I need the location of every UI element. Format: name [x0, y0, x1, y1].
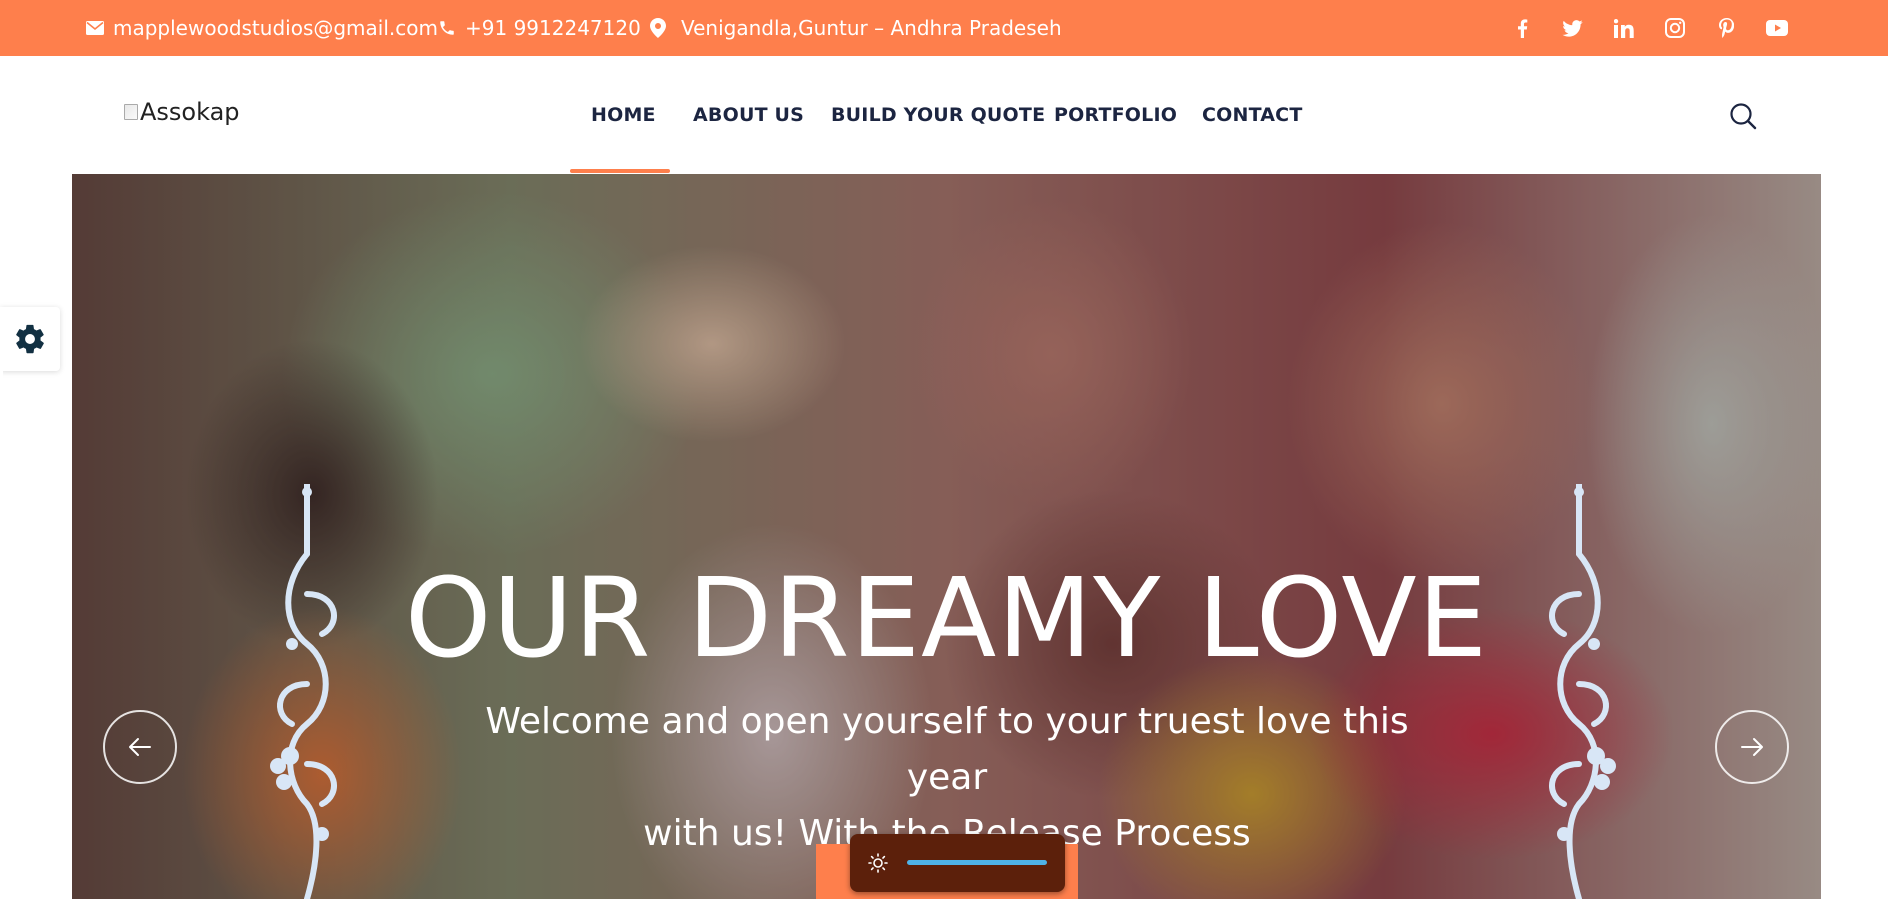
email-text: mapplewoodstudios@gmail.com: [113, 16, 438, 40]
location-pin-icon: [650, 18, 666, 38]
search-icon: [1730, 103, 1757, 130]
address-contact: Venigandla,Guntur – Andhra Pradeseh: [650, 0, 1062, 56]
sun-icon: [868, 853, 888, 873]
phone-text: +91 9912247120: [465, 16, 641, 40]
arrow-left-icon: [129, 738, 151, 756]
hero-subtitle-line-1: Welcome and open yourself to your truest…: [485, 701, 1409, 798]
twitter-icon: [1561, 19, 1583, 37]
site-logo[interactable]: Assokap: [124, 98, 240, 126]
settings-panel-toggle[interactable]: [0, 307, 60, 371]
nav-contact[interactable]: CONTACT: [1202, 104, 1303, 126]
linkedin-icon: [1614, 18, 1634, 38]
facebook-link[interactable]: [1507, 0, 1537, 56]
nav-about-us[interactable]: ABOUT US: [693, 104, 804, 126]
envelope-icon: [86, 21, 104, 35]
pinterest-icon: [1718, 18, 1734, 38]
hero-title: OUR DREAMY LOVE: [404, 554, 1489, 682]
top-bar: mapplewoodstudios@gmail.com +91 99122471…: [0, 0, 1888, 56]
email-contact[interactable]: mapplewoodstudios@gmail.com: [86, 0, 438, 56]
arrow-right-icon: [1741, 738, 1763, 756]
youtube-link[interactable]: [1762, 0, 1792, 56]
nav-portfolio[interactable]: PORTFOLIO: [1054, 104, 1177, 126]
nav-build-your-quote[interactable]: BUILD YOUR QUOTE: [831, 104, 1045, 126]
instagram-icon: [1665, 18, 1685, 38]
left-ornament-icon: [270, 484, 337, 899]
address-text: Venigandla,Guntur – Andhra Pradeseh: [681, 16, 1062, 40]
gear-icon: [16, 324, 44, 354]
right-ornament-icon: [1549, 484, 1616, 899]
slider-next-button[interactable]: [1715, 710, 1789, 784]
main-header: Assokap HOME ABOUT US BUILD YOUR QUOTE P…: [0, 56, 1888, 174]
nav-home[interactable]: HOME: [591, 104, 656, 126]
active-nav-indicator: [570, 169, 670, 173]
theme-toggle-widget[interactable]: [850, 834, 1065, 892]
hero-slider: OUR DREAMY LOVE Welcome and open yoursel…: [72, 174, 1821, 899]
instagram-link[interactable]: [1660, 0, 1690, 56]
phone-contact[interactable]: +91 9912247120: [438, 0, 641, 56]
youtube-icon: [1766, 20, 1788, 36]
linkedin-link[interactable]: [1609, 0, 1639, 56]
broken-image-icon: [124, 104, 138, 120]
logo-alt-text: Assokap: [140, 98, 240, 126]
phone-icon: [440, 21, 454, 35]
slider-prev-button[interactable]: [103, 710, 177, 784]
search-button[interactable]: [1729, 102, 1757, 134]
theme-toggle-slider[interactable]: [907, 860, 1047, 865]
facebook-icon: [1517, 18, 1527, 38]
side-strip: [0, 371, 3, 526]
twitter-link[interactable]: [1557, 0, 1587, 56]
pinterest-link[interactable]: [1711, 0, 1741, 56]
